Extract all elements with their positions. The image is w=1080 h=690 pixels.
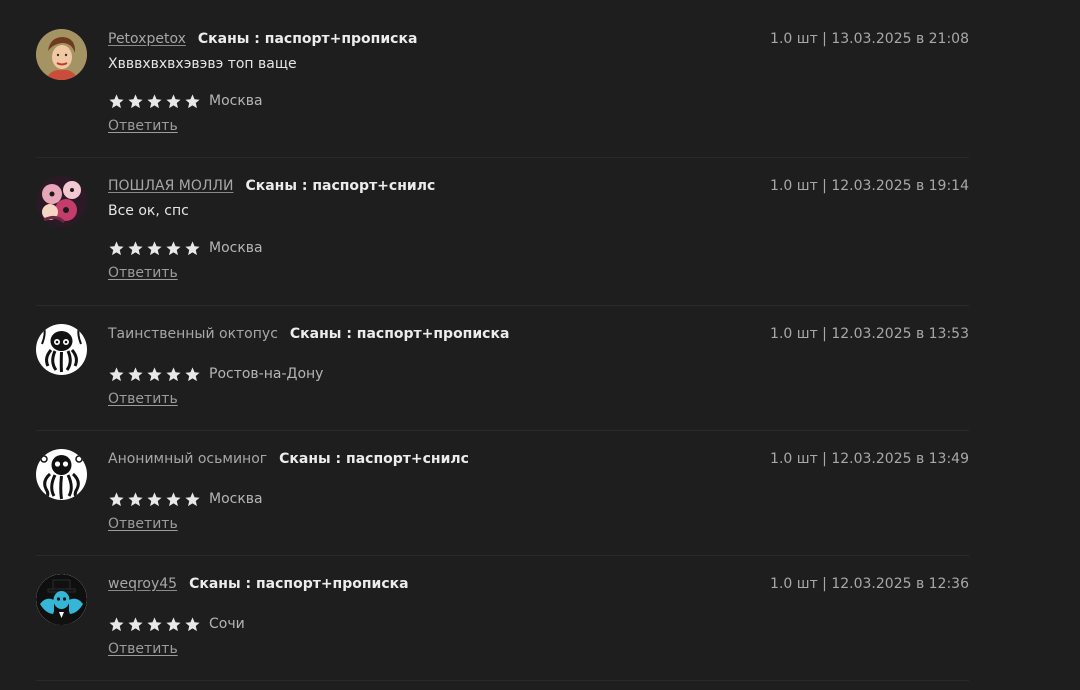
review-rating: Москва bbox=[108, 238, 263, 258]
star-icon bbox=[185, 93, 200, 108]
review-author[interactable]: Анонимный осьминог bbox=[108, 451, 267, 467]
star-icon bbox=[109, 366, 124, 381]
star-icon bbox=[166, 491, 181, 506]
star-icon bbox=[128, 491, 143, 506]
review-author[interactable]: Таинственный октопус bbox=[108, 326, 278, 342]
star-icon bbox=[109, 240, 124, 255]
review-meta: 1.0 шт | 12.03.2025 в 13:49 bbox=[770, 451, 969, 467]
star-icon bbox=[147, 93, 162, 108]
avatar[interactable] bbox=[36, 176, 87, 227]
review-product: Сканы : паспорт+снилс bbox=[279, 451, 469, 467]
review-author[interactable]: ПОШЛАЯ МОЛЛИ bbox=[108, 178, 233, 194]
cartoon-collage-avatar-icon bbox=[36, 176, 87, 227]
star-rating bbox=[108, 366, 201, 383]
review-city: Сочи bbox=[209, 616, 245, 632]
star-icon bbox=[166, 366, 181, 381]
reply-link[interactable]: Ответить bbox=[108, 118, 178, 134]
reviews-list: Petoxpetox Сканы : паспорт+прописка 1.0 ш… bbox=[0, 0, 1080, 690]
review-item: ПОШЛАЯ МОЛЛИ Сканы : паспорт+снилс 1.0 шт… bbox=[36, 176, 969, 306]
pinup-woman-avatar-icon bbox=[36, 29, 87, 80]
star-icon bbox=[109, 93, 124, 108]
review-text: Все ок, спс bbox=[108, 203, 189, 219]
review-product: Сканы : паспорт+снилс bbox=[245, 178, 436, 194]
review-author[interactable]: weqroy45 bbox=[108, 576, 177, 592]
top-hat-man-avatar-icon bbox=[36, 574, 87, 625]
review-city: Ростов-на-Дону bbox=[209, 366, 324, 382]
reply-link[interactable]: Ответить bbox=[108, 516, 178, 532]
review-rating: Сочи bbox=[108, 614, 245, 634]
star-icon bbox=[185, 616, 200, 631]
star-icon bbox=[185, 491, 200, 506]
star-icon bbox=[109, 491, 124, 506]
star-icon bbox=[147, 491, 162, 506]
review-rating: Москва bbox=[108, 489, 263, 509]
star-icon bbox=[128, 240, 143, 255]
review-meta: 1.0 шт | 12.03.2025 в 12:36 bbox=[770, 576, 969, 592]
star-icon bbox=[166, 240, 181, 255]
review-city: Москва bbox=[209, 240, 263, 256]
star-icon bbox=[185, 240, 200, 255]
review-item: Анонимный осьминог Сканы : паспорт+снилс … bbox=[36, 449, 969, 556]
review-item: Таинственный октопус Сканы : паспорт+проп… bbox=[36, 324, 969, 431]
star-icon bbox=[128, 93, 143, 108]
review-author[interactable]: Petoxpetox bbox=[108, 31, 186, 47]
review-meta: 1.0 шт | 12.03.2025 в 19:14 bbox=[770, 178, 969, 194]
review-city: Москва bbox=[209, 93, 263, 109]
star-icon bbox=[166, 616, 181, 631]
review-item: Petoxpetox Сканы : паспорт+прописка 1.0 ш… bbox=[36, 29, 969, 158]
avatar[interactable] bbox=[36, 324, 87, 375]
star-icon bbox=[128, 366, 143, 381]
avatar[interactable] bbox=[36, 29, 87, 80]
star-icon bbox=[147, 366, 162, 381]
star-icon bbox=[147, 240, 162, 255]
octopus-avatar-icon bbox=[36, 449, 87, 500]
review-product: Сканы : паспорт+прописка bbox=[289, 326, 510, 342]
review-product: Сканы : паспорт+прописка bbox=[197, 31, 418, 47]
star-icon bbox=[109, 616, 124, 631]
star-icon bbox=[166, 93, 181, 108]
review-product: Сканы : паспорт+прописка bbox=[189, 576, 409, 592]
star-rating bbox=[108, 93, 201, 110]
review-rating: Ростов-на-Дону bbox=[108, 364, 323, 384]
star-rating bbox=[108, 491, 201, 508]
review-meta: 1.0 шт | 12.03.2025 в 13:53 bbox=[770, 326, 969, 342]
review-item: weqroy45 Сканы : паспорт+прописка 1.0 шт … bbox=[36, 574, 969, 681]
star-rating bbox=[108, 616, 201, 633]
reply-link[interactable]: Ответить bbox=[108, 391, 178, 407]
review-city: Москва bbox=[209, 491, 263, 507]
star-icon bbox=[128, 616, 143, 631]
avatar[interactable] bbox=[36, 574, 87, 625]
review-meta: 1.0 шт | 13.03.2025 в 21:08 bbox=[770, 31, 969, 47]
avatar[interactable] bbox=[36, 449, 87, 500]
review-text: Хвввхвхвхэвэвэ топ ваще bbox=[108, 56, 297, 72]
star-icon bbox=[185, 366, 200, 381]
star-rating bbox=[108, 240, 201, 257]
star-icon bbox=[147, 616, 162, 631]
reply-link[interactable]: Ответить bbox=[108, 641, 178, 657]
reply-link[interactable]: Ответить bbox=[108, 265, 178, 281]
octopus-avatar-icon bbox=[36, 324, 87, 375]
review-rating: Москва bbox=[108, 91, 263, 111]
